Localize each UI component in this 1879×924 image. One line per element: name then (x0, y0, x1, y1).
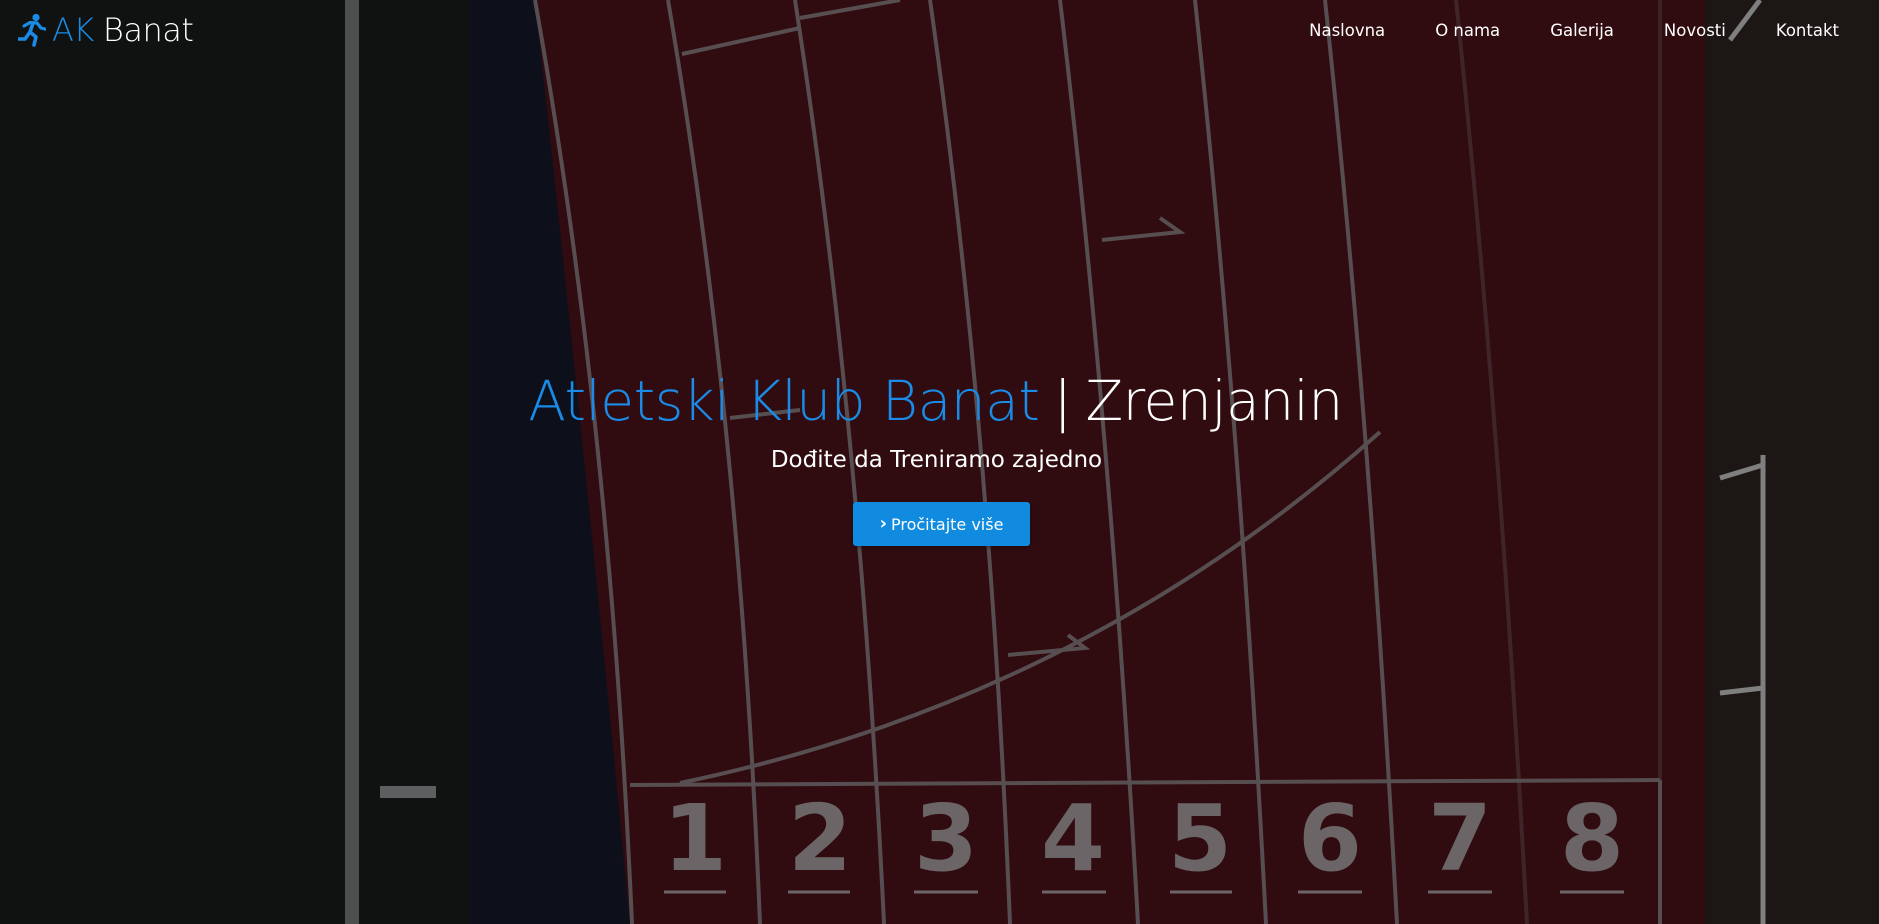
brand-short: AK (52, 11, 94, 49)
hero-content: Atletski Klub Banat | Zrenjanin Dođite da … (0, 366, 1879, 546)
running-person-icon (18, 13, 46, 47)
nav-link-novosti[interactable]: Novosti (1664, 20, 1726, 42)
read-more-button[interactable]: › Pročitajte više (853, 502, 1030, 546)
hero-title-city: Zrenjanin (1085, 369, 1343, 433)
hero-section: 1 2 3 4 5 6 7 8 AK Banat Naslovna O nama… (0, 0, 1879, 924)
hero-title-separator: | (1053, 369, 1072, 433)
hero-title: Atletski Klub Banat | Zrenjanin (0, 366, 1875, 436)
read-more-label: Pročitajte više (890, 514, 1004, 534)
chevron-right-icon: › (879, 513, 887, 534)
hero-subtitle: Dođite da Treniramo zajedno (770, 447, 1103, 473)
nav-link-kontakt[interactable]: Kontakt (1776, 20, 1839, 42)
hero-title-club: Atletski Klub Banat (528, 369, 1040, 433)
nav-link-galerija[interactable]: Galerija (1550, 20, 1614, 42)
nav-link-naslovna[interactable]: Naslovna (1309, 20, 1385, 42)
nav-menu: Naslovna O nama Galerija Novosti Kontakt (1259, 20, 1839, 42)
nav-link-o-nama[interactable]: O nama (1435, 20, 1500, 42)
brand-logo[interactable]: AK Banat (18, 10, 194, 50)
brand-name: Banat (102, 11, 194, 49)
top-navbar: AK Banat Naslovna O nama Galerija Novost… (0, 0, 1879, 62)
